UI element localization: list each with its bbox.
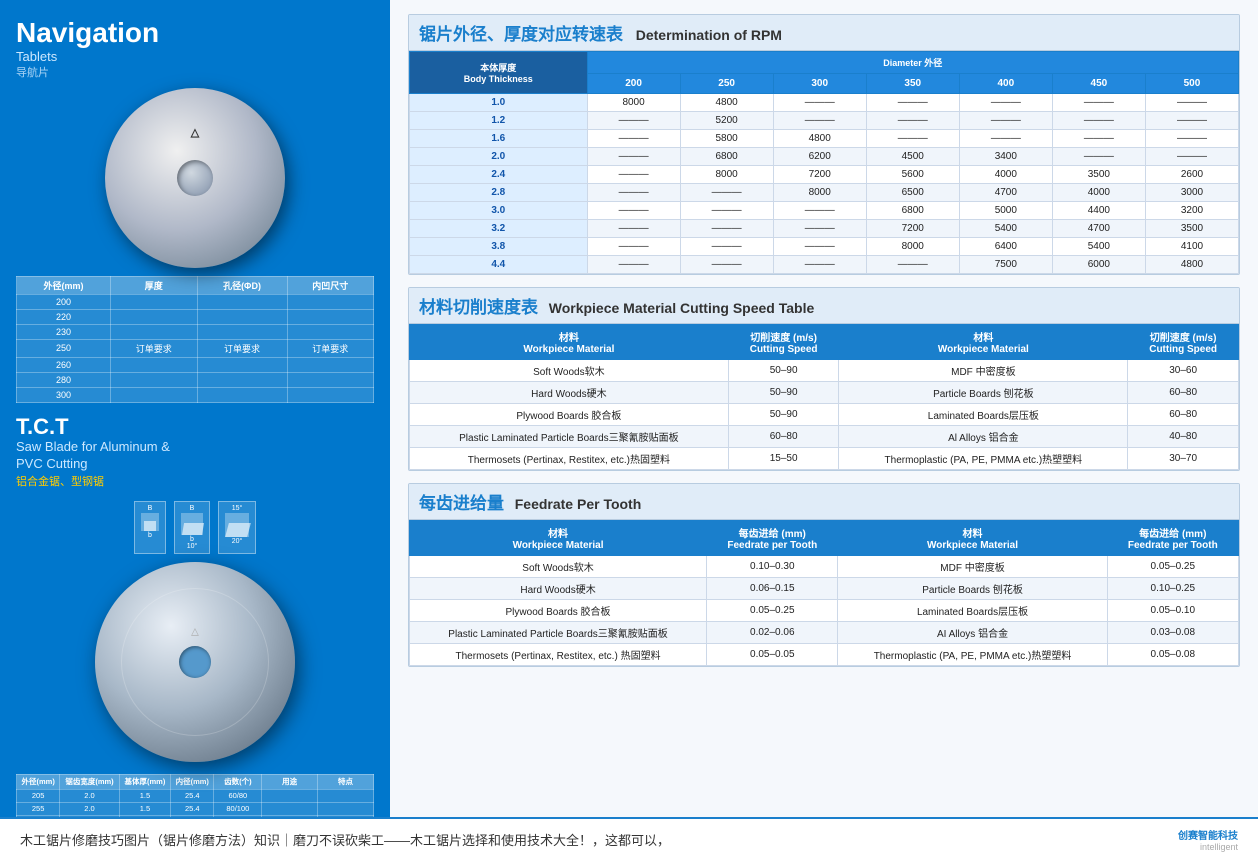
left-panel: Navigation Tablets 导航片 △ 外径(mm) 厚度 孔径(ΦD… [0, 0, 390, 817]
blade-image-bottom: △ [90, 562, 300, 762]
rpm-section: 锯片外径、厚度对应转速表 Determination of RPM 本体厚度Bo… [408, 14, 1240, 275]
specs-table-bottom: 外径(mm) 锯齿宽度(mm) 基体厚(mm) 内径(mm) 齿数(个) 用途 … [16, 774, 374, 817]
footer: 木工锯片修磨技巧图片（锯片修磨方法）知识｜磨刀不误砍柴工——木工锯片选择和使用技… [0, 817, 1258, 859]
tooth-diagrams: B b B b 10° 15° 20° [16, 501, 374, 554]
feedrate-table: 材料Workpiece Material 每齿进给 (mm)Feedrate p… [409, 520, 1239, 666]
nav-title: Navigation Tablets 导航片 [16, 18, 374, 80]
footer-brand: 创赛智能科技 intelligent [1178, 827, 1238, 852]
right-panel: 锯片外径、厚度对应转速表 Determination of RPM 本体厚度Bo… [390, 0, 1258, 817]
specs-table-top: 外径(mm) 厚度 孔径(ΦD) 内凹尺寸 200220230250订单要求订单… [16, 276, 374, 403]
tct-section: T.C.T Saw Blade for Aluminum & PVC Cutti… [16, 415, 374, 489]
cutting-header: 材料切削速度表 Workpiece Material Cutting Speed… [409, 288, 1239, 324]
footer-text: 木工锯片修磨技巧图片（锯片修磨方法）知识｜磨刀不误砍柴工——木工锯片选择和使用技… [20, 830, 1178, 849]
feedrate-header: 每齿进给量 Feedrate Per Tooth [409, 484, 1239, 520]
feedrate-section: 每齿进给量 Feedrate Per Tooth 材料Workpiece Mat… [408, 483, 1240, 667]
cutting-table: 材料Workpiece Material 切削速度 (m/s)Cutting S… [409, 324, 1239, 470]
blade-image-top: △ [85, 88, 305, 268]
rpm-header: 锯片外径、厚度对应转速表 Determination of RPM [409, 15, 1239, 51]
rpm-table: 本体厚度Body Thickness Diameter 外径 200250300… [409, 51, 1239, 274]
cutting-section: 材料切削速度表 Workpiece Material Cutting Speed… [408, 287, 1240, 471]
